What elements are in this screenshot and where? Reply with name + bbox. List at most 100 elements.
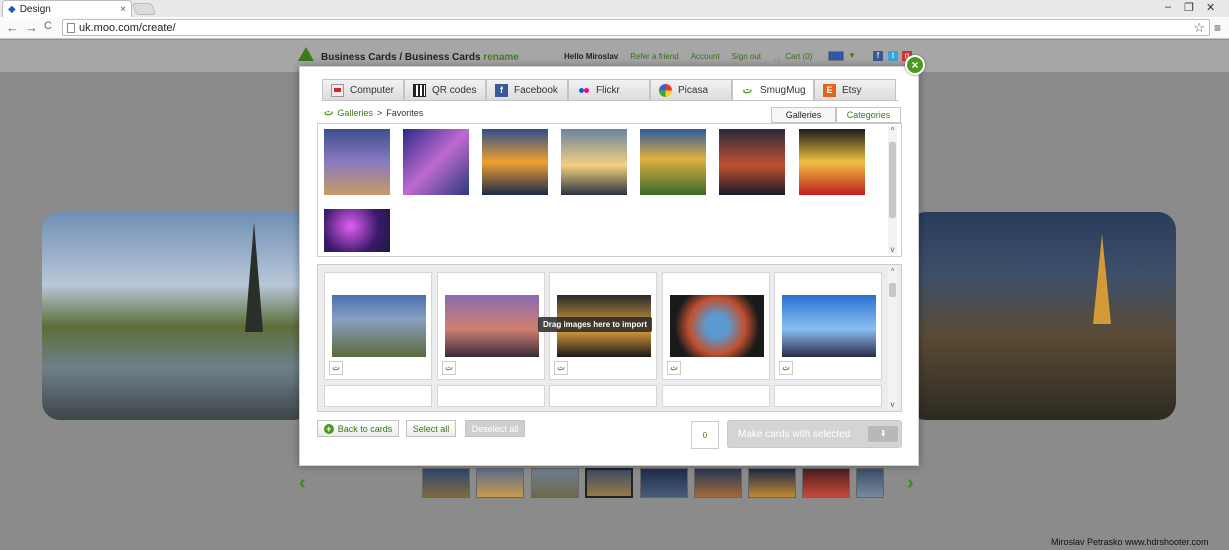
tab-computer[interactable]: Computer: [322, 79, 404, 101]
import-slot-empty[interactable]: [662, 385, 770, 407]
flickr-icon: [577, 84, 590, 97]
strip-thumb[interactable]: [856, 468, 884, 498]
gallery-breadcrumb: ت Galleries > Favorites: [324, 107, 423, 118]
import-slot[interactable]: ت: [324, 272, 432, 380]
strip-thumb[interactable]: [476, 468, 524, 498]
browser-menu-icon[interactable]: ≡: [1214, 21, 1221, 35]
refer-link[interactable]: Refer a friend: [630, 52, 678, 61]
scroll-up-icon[interactable]: ^: [888, 267, 897, 276]
facebook-icon[interactable]: f: [873, 51, 883, 61]
scroll-down-icon[interactable]: v: [888, 400, 897, 409]
selected-count: 0: [691, 421, 719, 449]
button-label: Make cards with selected: [738, 428, 851, 440]
gallery-thumb[interactable]: [324, 209, 390, 252]
current-gallery: Favorites: [386, 107, 424, 118]
strip-next-icon[interactable]: ›: [907, 472, 914, 495]
gallery-scrollbar[interactable]: ^ v: [888, 126, 897, 254]
import-slot-empty[interactable]: [324, 385, 432, 407]
tabs-divider: [322, 100, 898, 101]
tab-etsy[interactable]: E Etsy: [814, 79, 896, 101]
imported-image: [445, 295, 539, 357]
scroll-thumb[interactable]: [889, 142, 896, 218]
deselect-all-button[interactable]: Deselect all: [465, 420, 525, 437]
uk-flag-icon[interactable]: [828, 51, 844, 61]
make-cards-button[interactable]: Make cards with selected ⬇: [727, 420, 902, 448]
rename-link[interactable]: rename: [483, 52, 519, 63]
gallery-thumb[interactable]: [561, 129, 627, 195]
smugmug-icon: ت: [324, 107, 334, 118]
scroll-down-icon[interactable]: v: [888, 245, 897, 254]
tab-label: Flickr: [596, 84, 620, 96]
bookmark-star-icon[interactable]: ☆: [1193, 20, 1205, 36]
restore-icon[interactable]: ❐: [1184, 1, 1194, 14]
browser-toolbar: ← → C uk.moo.com/create/ ☆ ≡: [0, 17, 1229, 39]
strip-thumb[interactable]: [694, 468, 742, 498]
gallery-thumb[interactable]: [482, 129, 548, 195]
close-dialog-icon[interactable]: ×: [905, 55, 925, 75]
new-tab-button[interactable]: [131, 3, 157, 15]
import-drop-area[interactable]: ت ت ت ت ت ^ v: [317, 264, 902, 412]
window-close-icon[interactable]: ✕: [1206, 1, 1215, 14]
picasa-icon: [659, 83, 672, 97]
account-link[interactable]: Account: [691, 52, 720, 61]
strip-thumb[interactable]: [748, 468, 796, 498]
subtab-categories[interactable]: Categories: [836, 107, 901, 123]
import-slot[interactable]: ت: [662, 272, 770, 380]
strip-thumb[interactable]: [802, 468, 850, 498]
back-icon[interactable]: ←: [6, 20, 19, 35]
select-all-button[interactable]: Select all: [406, 420, 456, 437]
import-slot[interactable]: ت: [774, 272, 882, 380]
tab-close-icon[interactable]: ×: [120, 4, 126, 15]
tab-label: Picasa: [678, 84, 709, 96]
scroll-up-icon[interactable]: ^: [888, 126, 897, 135]
strip-thumb-selected[interactable]: [585, 468, 633, 498]
tab-picasa[interactable]: Picasa: [650, 79, 732, 101]
strip-thumb[interactable]: [531, 468, 579, 498]
tab-label: QR codes: [432, 84, 477, 96]
twitter-icon[interactable]: t: [888, 51, 898, 61]
forward-icon[interactable]: →: [25, 20, 38, 35]
cart-link[interactable]: 🛒 Cart (0): [773, 52, 812, 61]
imported-image: [670, 295, 764, 357]
gallery-thumb[interactable]: [799, 129, 865, 195]
gallery-thumb[interactable]: [719, 129, 785, 195]
browser-tab[interactable]: ◆ Design ×: [2, 0, 132, 17]
smugmug-icon: ت: [329, 361, 343, 375]
eiffel-tower-night-image: [1093, 234, 1111, 324]
strip-thumb[interactable]: [640, 468, 688, 498]
tab-qr-codes[interactable]: QR codes: [404, 79, 486, 101]
subtab-galleries[interactable]: Galleries: [771, 107, 836, 123]
address-bar[interactable]: uk.moo.com/create/ ☆: [62, 19, 1210, 36]
galleries-link[interactable]: Galleries: [337, 108, 373, 118]
reload-icon[interactable]: C: [44, 20, 52, 32]
minimize-icon[interactable]: –: [1165, 1, 1171, 13]
tab-favicon-icon: ◆: [8, 3, 16, 15]
source-tabs: Computer QR codes f Facebook Flickr Pica…: [322, 79, 896, 101]
gallery-thumb[interactable]: [640, 129, 706, 195]
tab-facebook[interactable]: f Facebook: [486, 79, 568, 101]
gallery-thumb[interactable]: [403, 129, 469, 195]
chevron-down-icon[interactable]: ▼: [848, 51, 856, 60]
import-slot-empty[interactable]: [774, 385, 882, 407]
tab-smugmug[interactable]: ت SmugMug: [732, 79, 814, 101]
import-scrollbar[interactable]: ^ v: [888, 267, 897, 409]
back-to-cards-button[interactable]: + Back to cards: [317, 420, 399, 437]
smugmug-icon: ت: [667, 361, 681, 375]
tab-label: SmugMug: [760, 84, 806, 96]
button-label: Back to cards: [337, 423, 393, 434]
breadcrumb-text: Business Cards / Business Cards: [321, 52, 481, 63]
import-slot-empty[interactable]: [549, 385, 657, 407]
drag-hint-tooltip: Drag images here to import: [538, 317, 653, 332]
scroll-thumb[interactable]: [889, 283, 896, 297]
plus-circle-icon: +: [323, 423, 334, 434]
moo-logo-icon[interactable]: [298, 47, 314, 61]
product-breadcrumb: Business Cards / Business Cards rename: [321, 52, 519, 63]
strip-thumb[interactable]: [422, 468, 470, 498]
strip-prev-icon[interactable]: ‹: [299, 472, 306, 495]
gallery-thumb[interactable]: [324, 129, 390, 195]
import-slot[interactable]: ت: [437, 272, 545, 380]
tab-flickr[interactable]: Flickr: [568, 79, 650, 101]
signout-link[interactable]: Sign out: [732, 52, 761, 61]
etsy-icon: E: [823, 83, 836, 97]
import-slot-empty[interactable]: [437, 385, 545, 407]
